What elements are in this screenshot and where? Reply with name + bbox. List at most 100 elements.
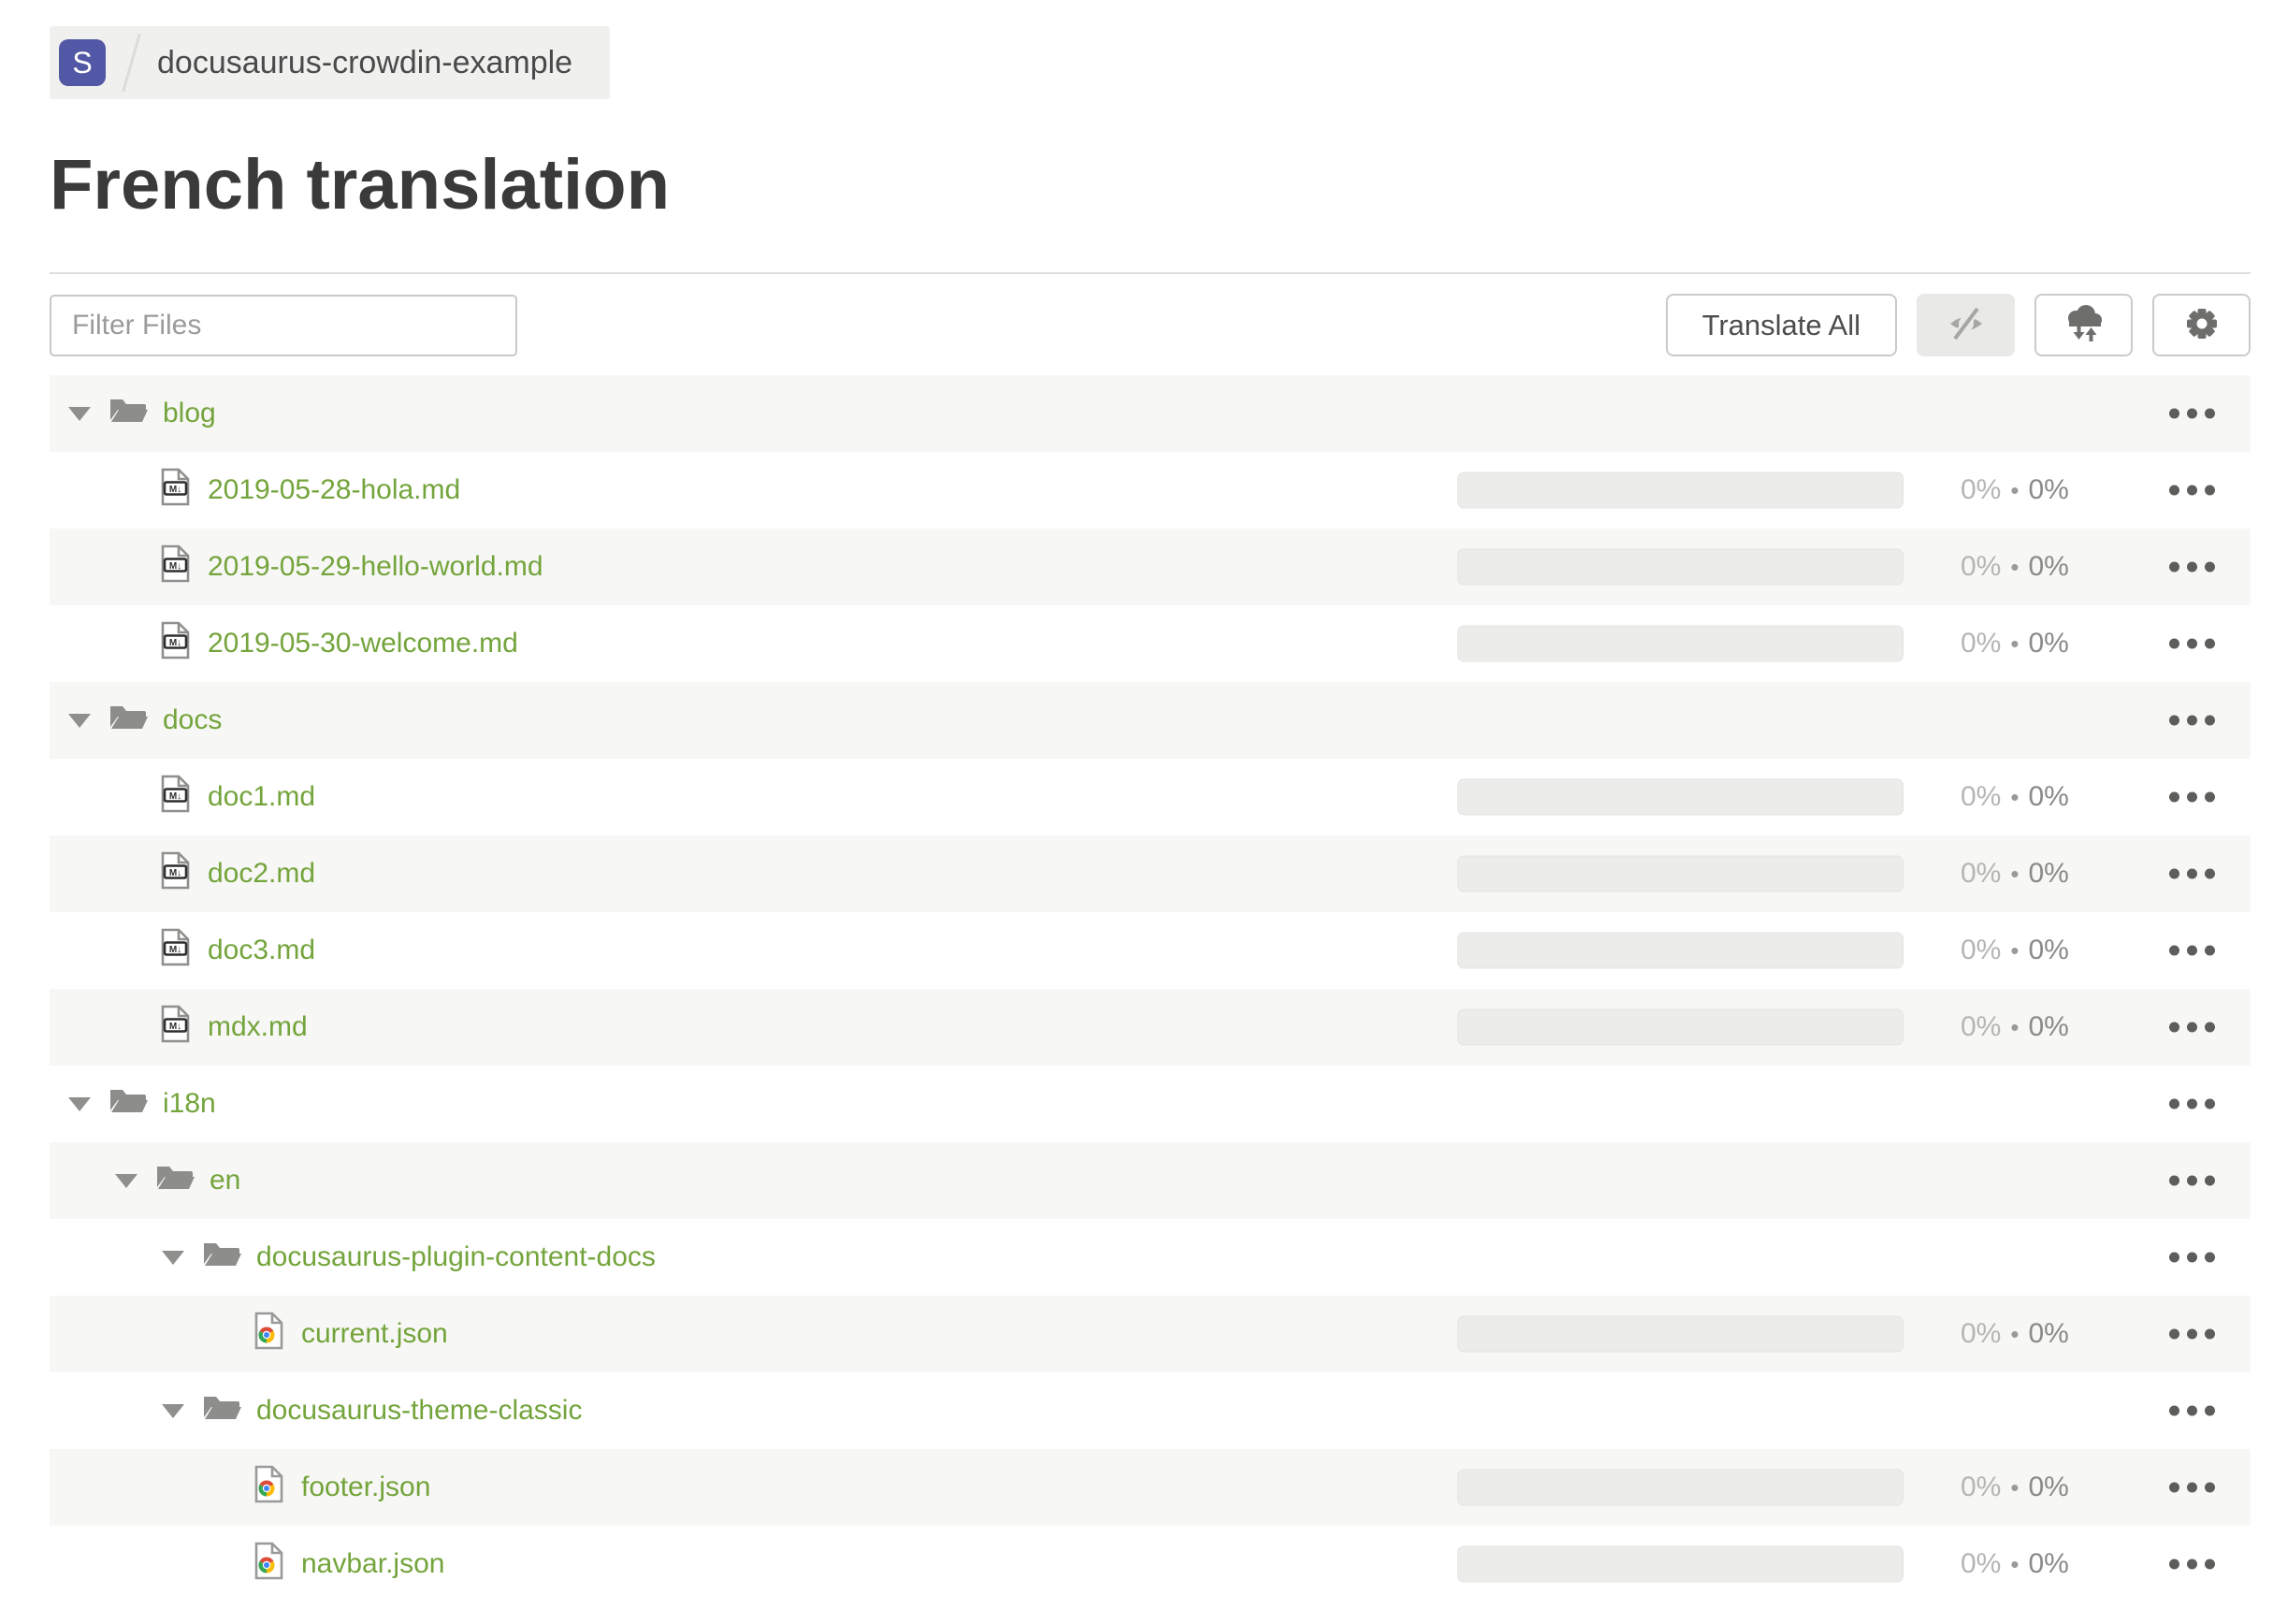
approved-percent: 0% xyxy=(2028,858,2069,889)
collapse-arrow-icon[interactable] xyxy=(68,406,91,421)
collapse-arrow-icon[interactable] xyxy=(162,1403,184,1418)
row-context-menu-button[interactable] xyxy=(2169,1013,2215,1042)
file-name-link[interactable]: doc3.md xyxy=(208,935,315,966)
project-files-page: S docusaurus-crowdin-example French tran… xyxy=(0,0,2273,1602)
folder-name-link[interactable]: docs xyxy=(163,704,222,736)
row-context-menu-button[interactable] xyxy=(2169,936,2215,965)
folder-name-link[interactable]: blog xyxy=(163,398,216,429)
row-context-menu-button[interactable] xyxy=(2169,1550,2215,1579)
progress-percentages: 0% • 0% xyxy=(1961,858,2069,890)
collapse-arrow-icon[interactable] xyxy=(162,1250,184,1265)
folder-name-link[interactable]: docusaurus-theme-classic xyxy=(256,1395,582,1427)
file-row: M↓ 2019-05-30-welcome.md 0% • 0% xyxy=(50,605,2251,682)
approved-percent: 0% xyxy=(2028,1548,2069,1579)
file-name-link[interactable]: 2019-05-30-welcome.md xyxy=(208,628,518,660)
progress-bar xyxy=(1457,855,1904,892)
file-name-link[interactable]: 2019-05-29-hello-world.md xyxy=(208,551,543,583)
progress-bar xyxy=(1457,1469,1904,1506)
svg-text:M↓: M↓ xyxy=(169,484,181,494)
row-context-menu-button[interactable] xyxy=(2169,476,2215,505)
file-name-link[interactable]: navbar.json xyxy=(301,1548,444,1580)
project-logo[interactable]: S xyxy=(59,39,106,86)
percent-separator-dot: • xyxy=(2010,1320,2020,1348)
progress-percentages: 0% • 0% xyxy=(1961,1318,2069,1350)
toolbar: Translate All xyxy=(50,294,2251,356)
sync-files-button[interactable] xyxy=(2034,294,2133,356)
folder-icon xyxy=(155,1163,210,1198)
approved-percent: 0% xyxy=(2028,1318,2069,1349)
breadcrumb-project-name[interactable]: docusaurus-crowdin-example xyxy=(157,45,572,81)
file-name-link[interactable]: mdx.md xyxy=(208,1011,308,1043)
progress-percentages: 0% • 0% xyxy=(1961,781,2069,813)
translated-percent: 0% xyxy=(1961,628,2002,659)
svg-text:M↓: M↓ xyxy=(169,944,181,954)
row-context-menu-button[interactable] xyxy=(2169,783,2215,812)
file-row: footer.json 0% • 0% xyxy=(50,1449,2251,1526)
folder-row: docusaurus-plugin-content-docs xyxy=(50,1219,2251,1296)
file-name-link[interactable]: 2019-05-28-hola.md xyxy=(208,474,460,506)
row-context-menu-button[interactable] xyxy=(2169,1320,2215,1349)
row-context-menu-button[interactable] xyxy=(2169,1473,2215,1502)
row-context-menu-button[interactable] xyxy=(2169,706,2215,735)
translated-percent: 0% xyxy=(1961,1548,2002,1579)
file-row: M↓ doc3.md 0% • 0% xyxy=(50,912,2251,989)
translate-all-button[interactable]: Translate All xyxy=(1665,294,1897,356)
file-name-link[interactable]: current.json xyxy=(301,1318,448,1350)
folder-name-link[interactable]: en xyxy=(210,1165,240,1196)
markdown-file-icon: M↓ xyxy=(160,468,208,514)
translated-percent: 0% xyxy=(1961,1472,2002,1502)
file-name-link[interactable]: footer.json xyxy=(301,1472,430,1503)
markdown-file-icon: M↓ xyxy=(160,775,208,820)
collapse-arrow-icon[interactable] xyxy=(68,713,91,728)
progress-bar xyxy=(1457,932,1904,969)
percent-separator-dot: • xyxy=(2010,1013,2020,1041)
folder-row: i18n xyxy=(50,1066,2251,1142)
settings-button[interactable] xyxy=(2152,294,2251,356)
file-row: navbar.json 0% • 0% xyxy=(50,1526,2251,1602)
folder-row: blog xyxy=(50,375,2251,452)
progress-bar xyxy=(1457,1008,1904,1046)
translated-percent: 0% xyxy=(1961,551,2002,582)
file-name-link[interactable]: doc2.md xyxy=(208,858,315,890)
row-context-menu-button[interactable] xyxy=(2169,399,2215,428)
hide-completed-toggle-button[interactable] xyxy=(1917,294,2015,356)
collapse-arrow-icon[interactable] xyxy=(115,1173,138,1188)
svg-text:M↓: M↓ xyxy=(169,1021,181,1031)
gear-icon xyxy=(2180,302,2223,348)
file-row: current.json 0% • 0% xyxy=(50,1296,2251,1372)
row-context-menu-button[interactable] xyxy=(2169,1167,2215,1196)
json-file-icon xyxy=(253,1465,301,1511)
percent-separator-dot: • xyxy=(2010,553,2020,581)
svg-text:M↓: M↓ xyxy=(169,637,181,647)
approved-percent: 0% xyxy=(2028,781,2069,812)
svg-text:M↓: M↓ xyxy=(169,867,181,877)
row-context-menu-button[interactable] xyxy=(2169,630,2215,659)
row-context-menu-button[interactable] xyxy=(2169,1397,2215,1426)
markdown-file-icon: M↓ xyxy=(160,621,208,667)
progress-percentages: 0% • 0% xyxy=(1961,1011,2069,1043)
filter-files-input[interactable] xyxy=(50,294,517,356)
translated-percent: 0% xyxy=(1961,858,2002,889)
folder-icon xyxy=(202,1240,256,1275)
translated-percent: 0% xyxy=(1961,474,2002,505)
folder-name-link[interactable]: docusaurus-plugin-content-docs xyxy=(256,1241,656,1273)
row-context-menu-button[interactable] xyxy=(2169,860,2215,889)
folder-name-link[interactable]: i18n xyxy=(163,1088,216,1120)
translated-percent: 0% xyxy=(1961,781,2002,812)
collapse-arrow-icon[interactable] xyxy=(68,1096,91,1111)
eye-off-icon xyxy=(1945,302,1988,348)
file-row: M↓ 2019-05-28-hola.md 0% • 0% xyxy=(50,452,2251,529)
row-context-menu-button[interactable] xyxy=(2169,553,2215,582)
row-context-menu-button[interactable] xyxy=(2169,1090,2215,1119)
progress-bar xyxy=(1457,778,1904,816)
approved-percent: 0% xyxy=(2028,1472,2069,1502)
progress-percentages: 0% • 0% xyxy=(1961,1472,2069,1503)
breadcrumb[interactable]: S docusaurus-crowdin-example xyxy=(50,26,611,99)
percent-separator-dot: • xyxy=(2010,630,2020,658)
file-tree: blog M↓ 2019-05-28-hola.md 0% • 0% M↓ 2019-05-2… xyxy=(50,375,2251,1602)
row-context-menu-button[interactable] xyxy=(2169,1243,2215,1272)
folder-row: en xyxy=(50,1142,2251,1219)
file-name-link[interactable]: doc1.md xyxy=(208,781,315,813)
folder-icon xyxy=(109,703,163,738)
cloud-download-upload-icon xyxy=(2061,300,2107,350)
